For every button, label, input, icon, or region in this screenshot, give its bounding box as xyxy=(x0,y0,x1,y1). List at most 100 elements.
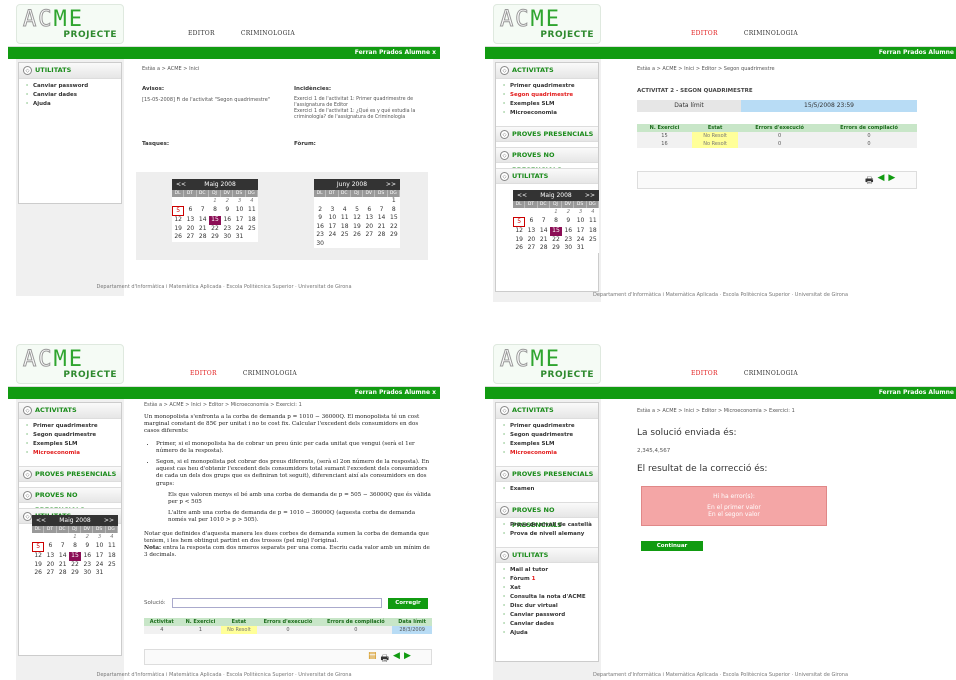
nav-criminologia[interactable]: CRIMINOLOGIA xyxy=(744,30,798,37)
section-activitats[interactable]: ◇ ACTIVITATS xyxy=(19,403,121,419)
sidebar-item-canviar-dades[interactable]: Canviar dades xyxy=(501,620,598,629)
cell[interactable]: 15 xyxy=(637,132,692,140)
calendar-day[interactable]: 2 xyxy=(314,206,326,215)
acme-logo[interactable]: ACME PROJECTE xyxy=(493,344,601,384)
calendar-day[interactable]: 28 xyxy=(538,244,550,253)
calendar-day[interactable]: 12 xyxy=(351,214,363,223)
section-proves-presencials[interactable]: ◇ PROVES PRESENCIALS xyxy=(19,466,121,482)
sidebar-item-xat[interactable]: Xat xyxy=(501,584,598,593)
calendar-day[interactable]: 24 xyxy=(574,236,586,245)
calendar-day[interactable]: 18 xyxy=(339,223,351,232)
calendar-day[interactable]: 13 xyxy=(184,216,196,225)
calendar-day[interactable]: 21 xyxy=(375,223,387,232)
calendar-day[interactable]: 30 xyxy=(221,233,233,242)
calendar-day[interactable]: 20 xyxy=(44,561,56,570)
cal-next-button[interactable]: >> xyxy=(585,192,595,199)
calendar-day[interactable]: 30 xyxy=(81,569,93,578)
acme-logo[interactable]: ACME PROJECTE xyxy=(16,344,124,384)
calendar-day[interactable]: 28 xyxy=(57,569,69,578)
corregir-button[interactable]: Corregir xyxy=(388,598,428,609)
calendar-day[interactable]: 27 xyxy=(44,569,56,578)
calendar-day[interactable]: 15 xyxy=(68,552,82,561)
calendar-day[interactable]: 19 xyxy=(513,236,525,245)
calendar-day[interactable]: 18 xyxy=(587,227,599,236)
calendar-day[interactable]: 7 xyxy=(197,206,209,217)
calendar-day[interactable]: 8 xyxy=(209,206,221,217)
calendar-day[interactable]: 9 xyxy=(314,214,326,223)
calendar-day[interactable]: 16 xyxy=(314,223,326,232)
arrow-right-icon[interactable]: ▶ xyxy=(404,651,411,667)
calendar-day[interactable]: 24 xyxy=(233,225,245,234)
sidebar-item-segon[interactable]: Segon quadrimestre xyxy=(24,431,121,440)
arrow-left-icon[interactable]: ◀ xyxy=(878,173,885,189)
table-row[interactable]: 16 No Resolt 0 0 xyxy=(637,140,917,148)
calendar-day[interactable]: 9 xyxy=(81,542,93,553)
calendar-day[interactable]: 17 xyxy=(574,227,586,236)
sidebar-item-microeconomia[interactable]: Microeconomia xyxy=(24,449,121,458)
calendar-day[interactable]: 12 xyxy=(172,216,184,225)
calendar-day[interactable]: 16 xyxy=(81,552,93,561)
calendar-day[interactable]: 4 xyxy=(246,197,258,206)
calendar-day[interactable]: 19 xyxy=(32,561,44,570)
calendar-day[interactable]: 26 xyxy=(32,569,44,578)
calendar-day[interactable]: 16 xyxy=(221,216,233,225)
calendar-day[interactable]: 10 xyxy=(233,206,245,217)
calendar-day[interactable]: 22 xyxy=(388,223,400,232)
sidebar-item-microeconomia[interactable]: Microeconomia xyxy=(501,109,598,118)
calendar-day[interactable]: 29 xyxy=(69,569,81,578)
sidebar-item-exemples[interactable]: Exemples SLM xyxy=(24,440,121,449)
user-name[interactable]: Ferran Prados Alumne x xyxy=(355,389,436,396)
sidebar-item-exemples[interactable]: Exemples SLM xyxy=(501,100,598,109)
arrow-right-icon[interactable]: ▶ xyxy=(888,173,895,189)
sidebar-item-microeconomia[interactable]: Microeconomia xyxy=(501,449,598,458)
calendar-day[interactable]: 9 xyxy=(221,206,233,217)
calendar-day[interactable]: 25 xyxy=(339,231,351,240)
calendar-day[interactable]: 7 xyxy=(57,542,69,553)
solucio-input[interactable] xyxy=(172,598,382,608)
calendar-day[interactable]: 20 xyxy=(525,236,537,245)
calendar-day[interactable]: 5 xyxy=(351,206,363,215)
section-utilitats[interactable]: ◇UTILITATS xyxy=(19,63,121,79)
calendar-day[interactable]: 6 xyxy=(525,217,537,228)
calendar-day[interactable]: 14 xyxy=(538,227,550,236)
calendar-day[interactable]: 23 xyxy=(221,225,233,234)
calendar-day[interactable]: 4 xyxy=(106,533,118,542)
calendar-day[interactable]: 31 xyxy=(233,233,245,242)
calendar-day[interactable]: 9 xyxy=(562,217,574,228)
cal-next-button[interactable]: >> xyxy=(104,517,114,524)
nav-criminologia[interactable]: CRIMINOLOGIA xyxy=(243,370,297,377)
calendar-day[interactable]: 5 xyxy=(32,541,45,552)
calendar-day[interactable]: 22 xyxy=(69,561,81,570)
section-utilitats[interactable]: ◇UTILITATS xyxy=(496,547,598,563)
calendar-day[interactable]: 11 xyxy=(339,214,351,223)
calendar-day[interactable]: 7 xyxy=(538,217,550,228)
sidebar-item-mail-tutor[interactable]: Mail al tutor xyxy=(501,566,598,575)
calendar-day[interactable]: 16 xyxy=(562,227,574,236)
sidebar-item-alemany[interactable]: Prova de nivell alemany xyxy=(501,530,598,539)
cal-next-button[interactable]: >> xyxy=(386,181,396,188)
section-proves-no-presencials[interactable]: ◇PROVES NO PRESENCIALS xyxy=(496,147,598,174)
calendar-day[interactable]: 3 xyxy=(326,206,338,215)
calendar-day[interactable]: 26 xyxy=(351,231,363,240)
section-proves-presencials[interactable]: ◇ PROVES PRESENCIALS xyxy=(496,126,598,142)
nav-editor[interactable]: EDITOR xyxy=(691,370,718,377)
calendar-day[interactable]: 23 xyxy=(562,236,574,245)
calendar-day[interactable]: 13 xyxy=(363,214,375,223)
nav-editor[interactable]: EDITOR xyxy=(190,370,217,377)
sidebar-item-canviar-dades[interactable]: Canviar dades xyxy=(24,91,121,100)
calendar-day[interactable]: 7 xyxy=(375,206,387,215)
calendar-day[interactable]: 10 xyxy=(93,542,105,553)
pdf-icon[interactable]: ▤ xyxy=(368,651,377,667)
calendar-day[interactable]: 25 xyxy=(587,236,599,245)
sidebar-item-ajuda[interactable]: Ajuda xyxy=(501,629,598,638)
sidebar-item-examen[interactable]: Examen xyxy=(501,485,598,494)
calendar-day[interactable]: 11 xyxy=(106,542,118,553)
calendar-day[interactable]: 14 xyxy=(57,552,69,561)
calendar-day[interactable]: 14 xyxy=(375,214,387,223)
calendar-day[interactable]: 27 xyxy=(363,231,375,240)
calendar-day[interactable]: 13 xyxy=(525,227,537,236)
calendar-day[interactable]: 22 xyxy=(209,225,221,234)
calendar-day[interactable]: 17 xyxy=(233,216,245,225)
calendar-day[interactable]: 11 xyxy=(587,217,599,228)
cell[interactable]: 16 xyxy=(637,140,692,148)
